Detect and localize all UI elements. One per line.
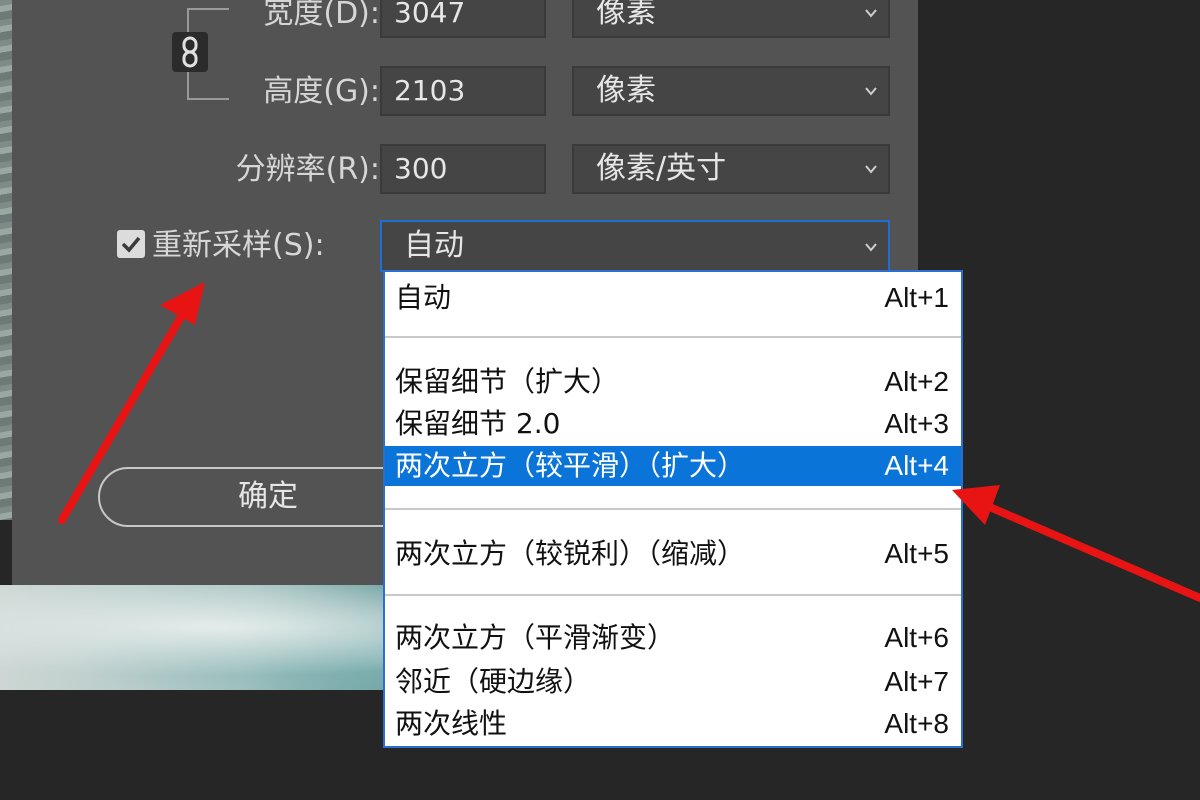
annotation-arrow [952, 485, 1200, 602]
menu-item-label: 保留细节 2.0 [395, 407, 561, 440]
menu-separator [385, 594, 961, 596]
chevron-down-icon [865, 9, 877, 18]
background-image-edge [0, 0, 12, 520]
height-label: 高度(G): [263, 74, 380, 109]
resolution-unit-select[interactable]: 像素/英寸 [572, 144, 890, 194]
menu-item-auto[interactable]: 自动 Alt+1 [385, 278, 961, 318]
menu-item-label: 两次立方（较锐利）（缩减） [395, 537, 746, 570]
resolution-unit-value: 像素/英寸 [596, 151, 727, 186]
chain-link-icon[interactable] [172, 32, 208, 72]
menu-item-label: 自动 [395, 281, 452, 314]
width-label: 宽度(D): [263, 0, 380, 31]
checkmark-icon [121, 236, 141, 253]
menu-item-label: 邻近（硬边缘） [395, 665, 592, 698]
resample-label: 重新采样(S): [152, 228, 325, 263]
menu-item-shortcut: Alt+5 [884, 538, 949, 569]
menu-item-bicubic-smooth-gradients[interactable]: 两次立方（平滑渐变） Alt+6 [385, 618, 961, 658]
menu-item-shortcut: Alt+2 [884, 366, 949, 397]
menu-item-shortcut: Alt+7 [884, 666, 949, 697]
resample-checkbox[interactable] [117, 230, 145, 258]
chevron-down-icon [865, 87, 877, 96]
resolution-input[interactable]: 300 [380, 144, 546, 194]
width-input[interactable]: 3047 [380, 0, 546, 38]
menu-separator [385, 508, 961, 510]
menu-item-label: 两次立方（平滑渐变） [395, 621, 676, 654]
resample-dropdown-menu: 自动 Alt+1 保留细节（扩大） Alt+2 保留细节 2.0 Alt+3 两… [383, 270, 963, 748]
width-unit-select[interactable]: 像素 [572, 0, 890, 38]
menu-item-shortcut: Alt+4 [884, 450, 949, 481]
menu-separator [385, 336, 961, 338]
menu-item-shortcut: Alt+8 [884, 708, 949, 739]
resample-method-select[interactable]: 自动 [380, 220, 890, 272]
height-unit-select[interactable]: 像素 [572, 66, 890, 116]
height-unit-value: 像素 [596, 73, 656, 108]
menu-item-shortcut: Alt+1 [884, 282, 949, 313]
menu-item-preserve-details-2[interactable]: 保留细节 2.0 Alt+3 [385, 404, 961, 444]
menu-item-preserve-details[interactable]: 保留细节（扩大） Alt+2 [385, 362, 961, 402]
menu-item-nearest-neighbor[interactable]: 邻近（硬边缘） Alt+7 [385, 662, 961, 702]
width-unit-value: 像素 [596, 0, 656, 30]
menu-item-shortcut: Alt+6 [884, 622, 949, 653]
resample-method-value: 自动 [404, 228, 464, 263]
chevron-down-icon [865, 165, 877, 174]
resolution-label: 分辨率(R): [235, 152, 380, 187]
menu-item-label: 两次线性 [395, 707, 508, 740]
menu-item-label: 保留细节（扩大） [395, 365, 620, 398]
menu-item-label: 两次立方（较平滑）（扩大） [395, 449, 746, 482]
menu-item-bicubic-smoother[interactable]: 两次立方（较平滑）（扩大） Alt+4 [385, 446, 961, 486]
height-input[interactable]: 2103 [380, 66, 546, 116]
chevron-down-icon [865, 243, 877, 252]
menu-item-bilinear[interactable]: 两次线性 Alt+8 [385, 704, 961, 744]
menu-item-shortcut: Alt+3 [884, 408, 949, 439]
menu-item-bicubic-sharper[interactable]: 两次立方（较锐利）（缩减） Alt+5 [385, 534, 961, 574]
